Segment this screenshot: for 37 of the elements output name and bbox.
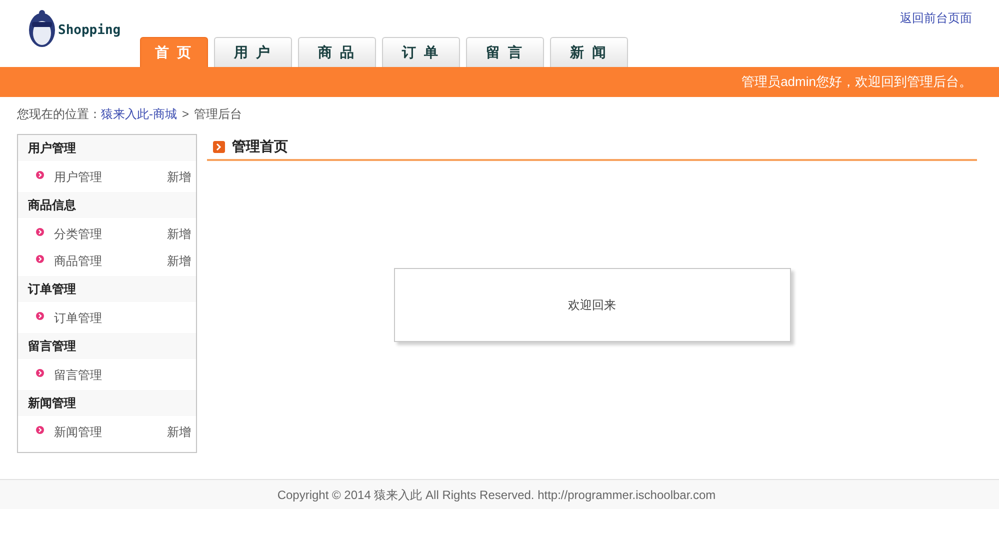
sidebar-group-header: 用户管理	[18, 135, 196, 161]
sidebar-link[interactable]: 订单管理	[54, 308, 191, 326]
nav-tab[interactable]: 商 品	[298, 37, 376, 67]
add-link[interactable]: 新增	[167, 168, 191, 186]
nav-tab[interactable]: 用 户	[214, 37, 292, 67]
sidebar-group-header: 新闻管理	[18, 390, 196, 416]
greeting-text: 管理员admin您好，欢迎回到管理后台。	[742, 73, 972, 92]
bullet-arrow-icon	[36, 228, 44, 236]
return-frontend-link[interactable]: 返回前台页面	[900, 9, 972, 27]
section-title: 管理首页	[232, 137, 288, 156]
sidebar-group-header: 商品信息	[18, 192, 196, 218]
bullet-arrow-icon	[36, 312, 44, 320]
chevron-right-icon	[213, 140, 225, 152]
add-link[interactable]: 新增	[167, 224, 191, 242]
nav-tab[interactable]: 订 单	[382, 37, 460, 67]
nav-tab[interactable]: 新 闻	[550, 37, 628, 67]
bullet-arrow-icon	[36, 368, 44, 376]
welcome-text: 欢迎回来	[568, 297, 616, 314]
bullet-arrow-icon	[36, 254, 44, 262]
add-link[interactable]: 新增	[167, 422, 191, 440]
breadcrumb-separator: >	[182, 106, 190, 122]
bullet-arrow-icon	[36, 170, 44, 178]
sidebar-link[interactable]: 新闻管理	[54, 422, 167, 440]
sidebar-group-header: 留言管理	[18, 333, 196, 359]
logo-text: Shopping	[58, 22, 121, 40]
sidebar-link[interactable]: 留言管理	[54, 366, 191, 384]
breadcrumb-label: 您现在的位置：	[17, 106, 101, 122]
copyright-text: Copyright © 2014 猿来入此 All Rights Reserved. http://programmer.ischoolbar.com	[277, 486, 717, 504]
bullet-arrow-icon	[36, 426, 44, 434]
sidebar-link[interactable]: 分类管理	[54, 224, 167, 242]
sidebar-link[interactable]: 用户管理	[54, 168, 167, 186]
add-link[interactable]: 新增	[167, 252, 191, 270]
breadcrumb-link[interactable]: 猿来入此-商城	[101, 104, 177, 122]
nav-tab[interactable]: 留 言	[466, 37, 544, 67]
sidebar-link[interactable]: 商品管理	[54, 252, 167, 270]
sidebar-group-header: 订单管理	[18, 276, 196, 302]
breadcrumb-current: 管理后台	[194, 106, 242, 122]
